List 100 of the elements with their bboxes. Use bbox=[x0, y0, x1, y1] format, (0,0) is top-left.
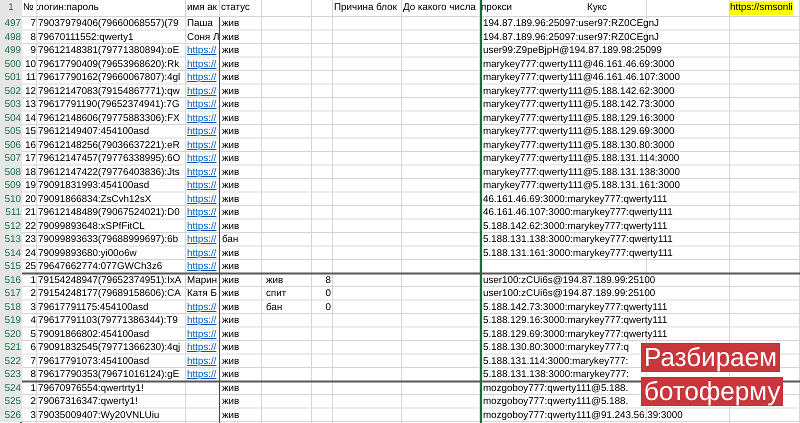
table-cell: 11 bbox=[26, 72, 36, 83]
table-cell: 79670976554:qwertrty1! bbox=[38, 382, 144, 394]
link[interactable]: https:// bbox=[187, 140, 216, 150]
table-cell: 79647662774:077GWCh3z6 bbox=[38, 261, 162, 272]
table-cell: marykey777:qwerty111@5.188.142.62:3000 bbox=[483, 86, 674, 96]
link[interactable]: https:// bbox=[187, 153, 216, 164]
table-cell: 14 bbox=[25, 112, 36, 124]
table-cell: marykey777:qwerty111@5.188.129.69:3000 bbox=[483, 126, 674, 137]
table-cell: бан bbox=[266, 302, 282, 312]
row-number: 497 bbox=[0, 17, 22, 30]
table-cell: жив bbox=[266, 274, 284, 286]
row-number: 499 bbox=[0, 44, 22, 58]
row-number: 523 bbox=[0, 368, 22, 382]
table-cell: жив bbox=[222, 180, 240, 191]
column-header: Причина блок bbox=[334, 2, 397, 13]
table-cell: 19 bbox=[25, 180, 36, 191]
table-cell: жив bbox=[222, 369, 240, 380]
link[interactable]: https:// bbox=[187, 194, 216, 204]
link[interactable]: https:// bbox=[187, 207, 216, 218]
table-cell: 5.188.131.161:3000:marykey777:qwerty111 bbox=[483, 248, 673, 258]
link[interactable]: https:// bbox=[187, 180, 216, 191]
table-cell: mozgoboy777:qwerty111@5.188. bbox=[483, 396, 628, 407]
table-cell: 5.188.129.16:3000:marykey777:qwerty111 bbox=[483, 315, 668, 326]
link[interactable]: https:// bbox=[187, 99, 216, 110]
link[interactable]: https:// bbox=[187, 220, 216, 232]
table-cell: жив bbox=[222, 302, 240, 312]
table-cell: жив bbox=[222, 207, 240, 218]
table-cell: 79091866802:454100asd bbox=[38, 328, 150, 340]
table-cell: 16 bbox=[25, 140, 36, 150]
table-cell: 79617790409(79653968620):Rk bbox=[38, 58, 180, 70]
link[interactable]: https:// bbox=[187, 302, 216, 312]
row-number: 514 bbox=[0, 246, 22, 260]
link[interactable]: https:// bbox=[187, 369, 216, 380]
table-cell: 18 bbox=[25, 166, 36, 178]
table-cell: 79067316347:qwerty1! bbox=[38, 396, 138, 407]
link[interactable]: https:// bbox=[187, 342, 216, 353]
table-cell: 0 bbox=[326, 302, 331, 312]
table-cell: user99:Z9peBjpH@194.87.189.98:25099 bbox=[483, 45, 662, 56]
table-cell: 79037979406(79660068557)(79 bbox=[38, 18, 179, 29]
link[interactable]: https:// bbox=[187, 72, 216, 83]
link[interactable]: https:// bbox=[187, 86, 216, 96]
link[interactable]: https:// bbox=[187, 261, 216, 272]
table-cell: 1 bbox=[30, 382, 36, 394]
table-cell: жив bbox=[222, 153, 240, 164]
table-cell: 3 bbox=[30, 410, 36, 420]
table-cell: 79091866834:ZsCvh12sX bbox=[38, 194, 152, 204]
column-header: № : bbox=[23, 2, 39, 13]
table-cell: Катя Б bbox=[187, 288, 217, 299]
table-cell: жив bbox=[222, 32, 240, 42]
column-header: имя ак bbox=[187, 2, 217, 13]
column-header: статус bbox=[221, 2, 250, 13]
row-number: 513 bbox=[0, 233, 22, 246]
link[interactable]: https:// bbox=[187, 166, 216, 178]
row-number: 524 bbox=[0, 382, 22, 395]
table-cell: жив bbox=[222, 45, 240, 56]
table-cell: 79612148381(79771380894):oE bbox=[38, 45, 180, 56]
link[interactable]: https:// bbox=[187, 234, 216, 245]
row-number: 507 bbox=[0, 152, 22, 166]
column-header: логин:пароль bbox=[38, 2, 99, 13]
link[interactable]: https:// bbox=[187, 356, 216, 366]
table-cell: 194.87.189.96:25097:user97:RZ0CEgnJ bbox=[483, 18, 659, 29]
row-number: 498 bbox=[0, 30, 22, 44]
table-cell: жив bbox=[222, 288, 240, 299]
column-header: До какого числа bbox=[403, 2, 476, 13]
link[interactable]: https:// bbox=[187, 315, 216, 326]
table-cell: жив bbox=[222, 382, 240, 394]
link[interactable]: https:// bbox=[187, 112, 216, 124]
table-cell: 12 bbox=[25, 86, 36, 96]
table-cell: 46.161.46.69:3000:marykey777:qwerty111 bbox=[483, 194, 668, 204]
table-cell: жив bbox=[222, 58, 240, 70]
table-cell: 79617791103(79771386344):T9 bbox=[38, 315, 178, 326]
row-number: 522 bbox=[0, 354, 22, 368]
table-cell: 5.188.142.62:3000:marykey777:qwerty111 bbox=[483, 220, 668, 232]
table-cell: 79154248947(79652374951):IxA bbox=[38, 274, 182, 286]
table-cell: marykey777:qwerty111@5.188.129.16:3000 bbox=[483, 112, 674, 124]
link[interactable]: https:// bbox=[187, 126, 216, 137]
link[interactable]: https:// bbox=[187, 45, 216, 56]
table-cell: 46.161.46.107:3000:marykey777:qwerty111 bbox=[483, 207, 673, 218]
table-cell: marykey777:qwerty111@5.188.131.161:3000 bbox=[483, 180, 680, 191]
link[interactable]: https:// bbox=[187, 248, 216, 258]
table-cell: 21 bbox=[25, 207, 36, 218]
table-cell: 5.188.131.138:3000:marykey777: bbox=[483, 369, 629, 380]
caption-label: Разбираем bbox=[641, 343, 780, 372]
table-cell: 79612149407:454100asd bbox=[38, 126, 150, 137]
row-number: 515 bbox=[0, 260, 22, 274]
link[interactable]: https:// bbox=[187, 58, 216, 70]
table-cell: 5.188.131.138:3000:marykey777:qwerty111 bbox=[483, 234, 673, 245]
table-cell: жив bbox=[222, 126, 240, 137]
row-number: 501 bbox=[0, 71, 22, 84]
table-cell: жив bbox=[222, 112, 240, 124]
link[interactable]: https:// bbox=[187, 328, 216, 340]
table-cell: 3 bbox=[30, 302, 36, 312]
table-cell: жив bbox=[222, 328, 240, 340]
table-cell: жив bbox=[222, 220, 240, 232]
table-cell: 20 bbox=[25, 194, 36, 204]
table-cell: 79099893633(79688999697):6b bbox=[38, 234, 178, 245]
table-cell: жив bbox=[222, 72, 240, 83]
table-cell: 23 bbox=[25, 234, 36, 245]
table-cell: жив bbox=[222, 166, 240, 178]
table-cell: жив bbox=[222, 18, 240, 29]
